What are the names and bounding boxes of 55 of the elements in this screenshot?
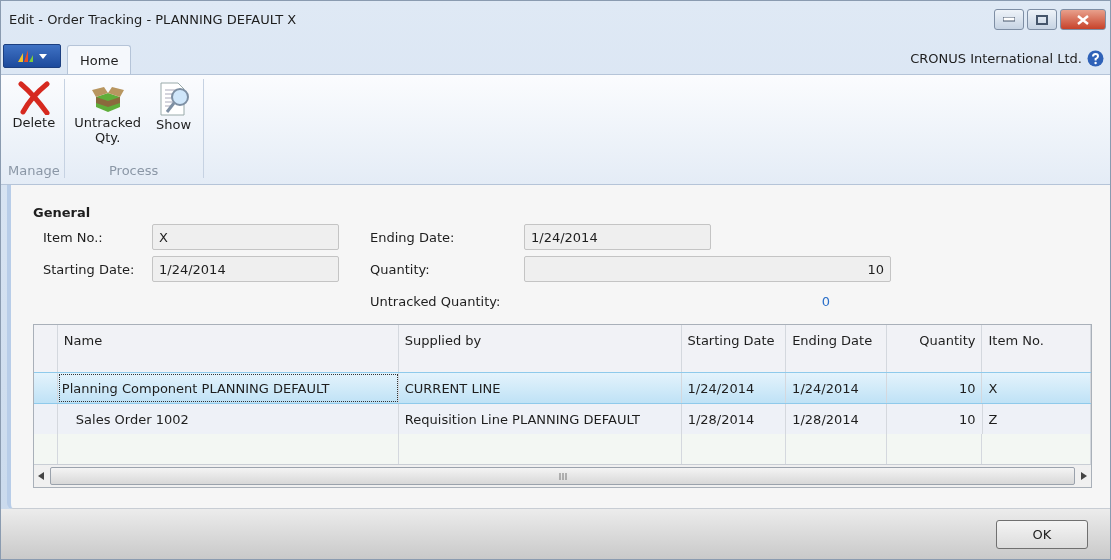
column-header[interactable]: Name (63, 333, 103, 349)
table-cell: X (988, 380, 998, 396)
field-label: Untracked Quantity: (370, 293, 502, 309)
input-field[interactable]: 1/24/2014 (524, 224, 711, 251)
maximize-button[interactable] (1027, 9, 1057, 31)
quantity-link[interactable]: 0 (524, 293, 830, 309)
table-cell: 1/24/2014 (792, 380, 859, 396)
ribbon-action[interactable]: Untracked Qty. (68, 79, 147, 164)
table-cell: Sales Order 1002 (75, 411, 189, 427)
table-cell: Z (988, 411, 998, 427)
scroll-right-icon[interactable] (1081, 472, 1087, 481)
group-label: Manage (8, 163, 60, 179)
field-label: Starting Date: (43, 261, 136, 277)
column-header[interactable]: Supplied by (404, 333, 482, 349)
table-cell: 1/28/2014 (792, 411, 859, 427)
table-cell: 10 (958, 411, 976, 427)
field-label: Item No.: (43, 229, 104, 245)
table-row[interactable]: Sales Order 1002 Requisition Line PLANNING DEFAULT 1/28/2014 1/28/2014 10 Z (34, 404, 1091, 435)
dropdown-caret-icon (39, 53, 47, 59)
table-cell: Requisition Line PLANNING DEFAULT (404, 411, 640, 427)
bar-chart-logo (17, 49, 35, 64)
minimize-icon (1003, 17, 1015, 23)
close-icon (1077, 14, 1089, 25)
input-field[interactable]: 10 (524, 256, 891, 283)
company-name: CRONUS International Ltd. (910, 51, 1082, 67)
table-cell: 1/24/2014 (687, 380, 755, 396)
minimize-button[interactable] (994, 9, 1024, 31)
column-header[interactable]: Item No. (988, 333, 1044, 349)
close-button[interactable] (1060, 9, 1106, 31)
help-icon[interactable] (1087, 50, 1104, 68)
column-header[interactable]: Quantity (919, 333, 976, 349)
table-row[interactable]: Planning Component PLANNING DEFAULT CURRENT LINE 1/24/2014 1/24/2014 10 X (34, 372, 1091, 405)
table-cell: 1/28/2014 (687, 411, 755, 427)
scrollbar-thumb[interactable] (50, 467, 1075, 486)
table-cell: CURRENT LINE (404, 380, 501, 396)
input-field[interactable]: 1/24/2014 (152, 256, 339, 283)
table-cell: Planning Component PLANNING DEFAULT (61, 380, 330, 396)
scroll-left-icon[interactable] (38, 472, 44, 481)
input-field[interactable]: X (152, 224, 339, 251)
field-label: Quantity: (370, 261, 431, 277)
ribbon-tab[interactable]: Home (67, 45, 132, 75)
field-label: Ending Date: (370, 229, 456, 245)
grip-icon (558, 472, 567, 480)
window-title: Edit - Order Tracking - PLANNING DEFAULT X (9, 12, 298, 28)
group-label: Process (108, 163, 159, 179)
table-cell: 10 (958, 380, 976, 396)
delete-icon (16, 81, 51, 116)
application-menu-button[interactable] (3, 44, 61, 69)
ribbon-action[interactable]: Delete (8, 79, 59, 164)
column-header[interactable]: Ending Date (792, 333, 873, 349)
section-title: General (33, 205, 92, 221)
maximize-icon (1036, 14, 1048, 25)
ok-button[interactable]: OK (996, 519, 1088, 549)
ribbon-action[interactable]: Show (148, 79, 199, 164)
column-header[interactable]: Starting Date (687, 333, 775, 349)
